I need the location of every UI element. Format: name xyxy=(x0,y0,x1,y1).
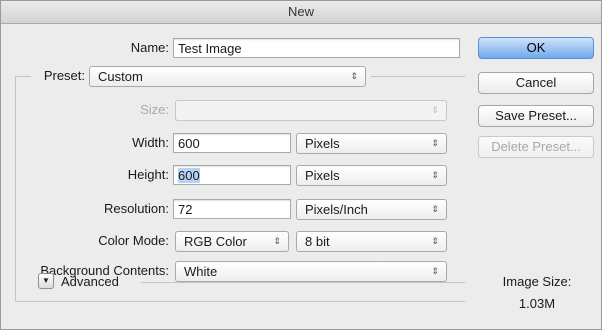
background-contents-select[interactable]: White ⇕ xyxy=(175,261,447,282)
height-value-selected: 600 xyxy=(178,168,200,183)
popup-arrows-icon: ⇕ xyxy=(273,236,281,246)
save-preset-button[interactable]: Save Preset... xyxy=(478,105,594,127)
image-size-value: 1.03M xyxy=(518,296,556,311)
popup-arrows-icon: ⇕ xyxy=(431,138,439,148)
popup-arrows-icon: ⇕ xyxy=(431,204,439,214)
preset-group-border-right xyxy=(371,76,465,77)
size-select: ⇕ xyxy=(175,100,447,121)
resolution-unit-value: Pixels/Inch xyxy=(305,202,368,217)
bit-depth-value: 8 bit xyxy=(305,234,330,249)
preset-group-border-bottom xyxy=(15,301,465,302)
name-label: Name: xyxy=(130,40,169,55)
width-unit-select[interactable]: Pixels ⇕ xyxy=(296,133,447,154)
delete-preset-button: Delete Preset... xyxy=(478,136,594,158)
width-unit-value: Pixels xyxy=(305,136,340,151)
preset-value: Custom xyxy=(98,69,143,84)
preset-group-border-left xyxy=(15,76,31,77)
preset-select[interactable]: Custom ⇕ xyxy=(89,66,366,87)
disclosure-triangle-icon: ▼ xyxy=(42,276,50,285)
height-input[interactable]: 600 xyxy=(173,165,291,185)
bit-depth-select[interactable]: 8 bit ⇕ xyxy=(296,231,447,252)
background-contents-value: White xyxy=(184,264,218,279)
popup-arrows-icon: ⇕ xyxy=(431,236,439,246)
popup-arrows-icon: ⇕ xyxy=(431,266,439,276)
width-label: Width: xyxy=(132,135,169,150)
advanced-label[interactable]: Advanced xyxy=(61,271,119,293)
new-document-dialog: New Name: Test Image Preset: Custom ⇕ Si… xyxy=(0,0,602,330)
resolution-label: Resolution: xyxy=(103,201,169,216)
size-label: Size: xyxy=(140,102,169,117)
color-mode-value: RGB Color xyxy=(184,234,247,249)
resolution-input[interactable]: 72 xyxy=(173,199,291,219)
preset-label: Preset: xyxy=(43,68,85,83)
popup-arrows-icon: ⇕ xyxy=(350,71,358,81)
advanced-divider xyxy=(141,282,465,283)
height-unit-select[interactable]: Pixels ⇕ xyxy=(296,165,447,186)
image-size-label: Image Size: xyxy=(502,274,572,289)
color-mode-select[interactable]: RGB Color ⇕ xyxy=(175,231,289,252)
height-label: Height: xyxy=(127,167,169,182)
color-mode-label: Color Mode: xyxy=(98,233,169,248)
popup-arrows-icon: ⇕ xyxy=(431,105,439,115)
popup-arrows-icon: ⇕ xyxy=(431,170,439,180)
advanced-disclosure-toggle[interactable]: ▼ xyxy=(38,273,54,289)
resolution-unit-select[interactable]: Pixels/Inch ⇕ xyxy=(296,199,447,220)
height-unit-value: Pixels xyxy=(305,168,340,183)
window-title: New xyxy=(1,1,601,24)
cancel-button[interactable]: Cancel xyxy=(478,72,594,94)
width-input[interactable]: 600 xyxy=(173,133,291,153)
ok-button[interactable]: OK xyxy=(478,37,594,59)
name-input[interactable]: Test Image xyxy=(173,38,460,58)
